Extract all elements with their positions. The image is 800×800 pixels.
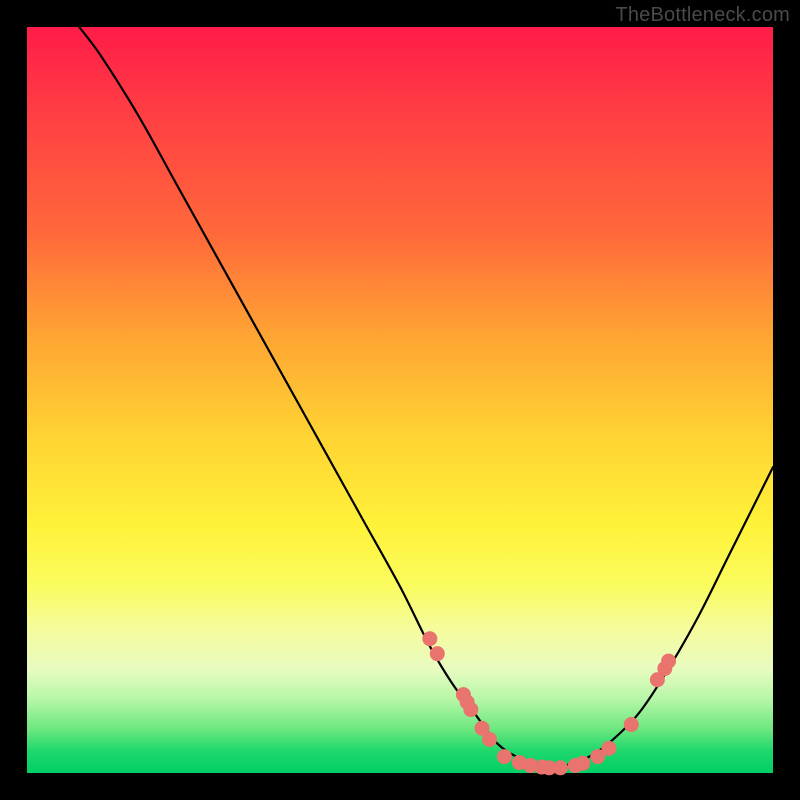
data-dot	[624, 717, 639, 732]
chart-svg	[27, 27, 773, 773]
data-dot	[575, 756, 590, 771]
data-dots	[422, 631, 676, 775]
data-dot	[430, 646, 445, 661]
data-dot	[463, 702, 478, 717]
data-dot	[497, 749, 512, 764]
data-dot	[422, 631, 437, 646]
data-dot	[661, 654, 676, 669]
watermark-text: TheBottleneck.com	[615, 4, 790, 27]
chart-frame: TheBottleneck.com	[0, 0, 800, 800]
data-dot	[553, 760, 568, 775]
plot-area	[27, 27, 773, 773]
data-dot	[482, 732, 497, 747]
data-dot	[601, 741, 616, 756]
